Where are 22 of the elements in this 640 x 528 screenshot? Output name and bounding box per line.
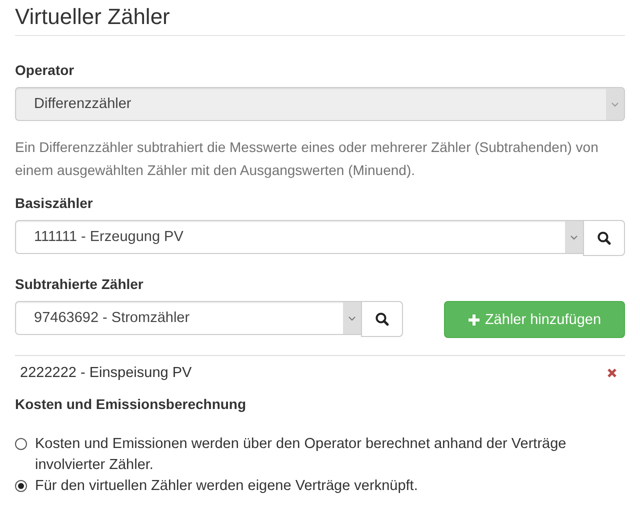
search-button[interactable] bbox=[583, 220, 625, 256]
radio-button[interactable] bbox=[15, 438, 27, 450]
meter-select[interactable]: 97463692 - Stromzähler bbox=[15, 301, 362, 335]
radio-button[interactable] bbox=[15, 480, 27, 492]
caret-icon bbox=[606, 88, 624, 120]
option-label: Kosten und Emissionen werden über den Operator berechnet anhand der Verträge involvierter Zähler. bbox=[35, 435, 568, 475]
caret-icon bbox=[343, 302, 361, 334]
page-title: Virtueller Zähler bbox=[15, 0, 625, 36]
option-label: Für den virtuellen Zähler werden eigene Verträge verknüpft. bbox=[35, 477, 418, 496]
plus-icon bbox=[468, 314, 480, 326]
meter-name: 2222222 - Einspeisung PV bbox=[20, 365, 192, 381]
remove-icon[interactable] bbox=[607, 368, 617, 378]
field-label: Basiszähler bbox=[15, 194, 93, 212]
caret-icon bbox=[565, 221, 583, 253]
field-label: Subtrahierte Zähler bbox=[15, 275, 144, 293]
section-heading: Kosten und Emissionsberechnung bbox=[15, 395, 246, 413]
search-button[interactable] bbox=[361, 301, 403, 337]
search-icon bbox=[375, 312, 389, 326]
meter-select[interactable]: 111111 - Erzeugung PV bbox=[15, 220, 584, 254]
search-icon bbox=[597, 231, 611, 245]
help-text: Ein Differenzzähler subtrahiert die Messwerte eines oder mehrerer Zähler (Subtrahenden) von einem ausgewählten Zähler mit den Ausgangswerten (Minuend). bbox=[15, 138, 600, 180]
field-label: Operator bbox=[15, 61, 74, 79]
